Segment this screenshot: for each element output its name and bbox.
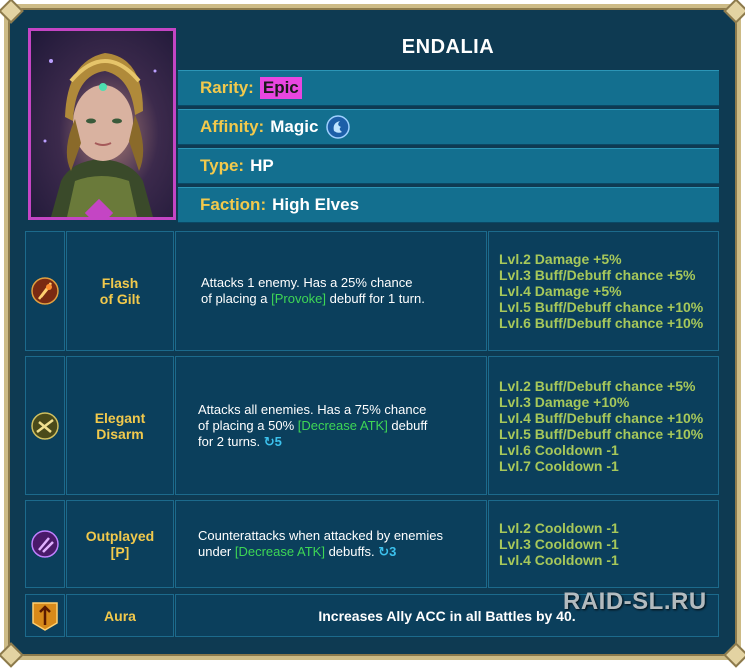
aura-icon-cell bbox=[25, 594, 65, 637]
desc-text: for 2 turns. bbox=[198, 433, 264, 449]
info-row-type: Type: HP bbox=[178, 148, 719, 184]
level-item: Lvl.4 Damage +5% bbox=[499, 283, 622, 299]
cooldown-value: 3 bbox=[389, 544, 397, 559]
aura-text: Increases Ally ACC in all Battles by 40. bbox=[318, 607, 576, 624]
info-row-rarity: Rarity: Epic bbox=[178, 70, 719, 106]
hero-portrait bbox=[28, 28, 176, 220]
level-item: Lvl.2 Buff/Debuff chance +5% bbox=[499, 377, 696, 394]
skill-icon-cell bbox=[25, 356, 65, 495]
skill-icon-cell bbox=[25, 500, 65, 588]
aura-icon bbox=[32, 601, 58, 631]
watermark: RAID-SL.RU bbox=[563, 588, 707, 615]
skill-level-list: Lvl.2 Damage +5% Lvl.3 Buff/Debuff chanc… bbox=[488, 231, 719, 351]
affinity-value: Magic bbox=[270, 117, 319, 136]
level-item: Lvl.5 Buff/Debuff chance +10% bbox=[499, 425, 704, 442]
level-item: Lvl.6 Buff/Debuff chance +10% bbox=[499, 315, 704, 331]
info-row-faction: Faction: High Elves bbox=[178, 187, 719, 223]
cooldown-icon: ↻ bbox=[263, 433, 275, 449]
skill-name-cell: Flash of Gilt bbox=[66, 231, 174, 351]
debuff-tag: [Decrease ATK] bbox=[234, 544, 325, 559]
desc-line: Counterattacks when attacked by enemies bbox=[198, 528, 443, 543]
affinity-label: Affinity: bbox=[200, 117, 265, 136]
skill-description: Attacks 1 enemy. Has a 25% chance of pla… bbox=[175, 231, 487, 351]
skill-name-line: of Gilt bbox=[99, 291, 141, 307]
desc-text: of placing a bbox=[201, 291, 272, 306]
level-item: Lvl.2 Damage +5% bbox=[499, 251, 622, 267]
elegant-disarm-skill-icon bbox=[31, 411, 59, 440]
level-item: Lvl.2 Cooldown -1 bbox=[499, 520, 619, 536]
level-item: Lvl.3 Buff/Debuff chance +5% bbox=[499, 267, 696, 283]
desc-text: of placing a 50% bbox=[198, 417, 298, 433]
desc-text: under bbox=[198, 544, 235, 559]
info-row-affinity: Affinity: Magic bbox=[178, 109, 719, 145]
level-item: Lvl.4 Cooldown -1 bbox=[499, 552, 619, 568]
faction-value: High Elves bbox=[272, 195, 360, 214]
hero-name: ENDALIA bbox=[401, 36, 495, 58]
desc-text: debuffs. bbox=[324, 544, 379, 559]
debuff-tag: [Decrease ATK] bbox=[297, 417, 388, 433]
level-item: Lvl.3 Cooldown -1 bbox=[499, 536, 619, 552]
desc-line: Attacks 1 enemy. Has a 25% chance bbox=[201, 275, 413, 290]
level-item: Lvl.7 Cooldown -1 bbox=[499, 457, 619, 474]
type-label: Type: bbox=[200, 156, 245, 175]
aura-name: Aura bbox=[104, 607, 136, 624]
type-value: HP bbox=[250, 156, 274, 175]
outplayed-skill-icon bbox=[31, 530, 59, 558]
skill-level-list: Lvl.2 Buff/Debuff chance +5% Lvl.3 Damag… bbox=[488, 356, 719, 495]
desc-line: Attacks all enemies. Has a 75% chance bbox=[198, 401, 427, 417]
skill-description: Attacks all enemies. Has a 75% chance of… bbox=[175, 356, 487, 495]
level-item: Lvl.5 Buff/Debuff chance +10% bbox=[499, 299, 704, 315]
skill-name-line: [P] bbox=[110, 544, 130, 560]
skill-level-list: Lvl.2 Cooldown -1 Lvl.3 Cooldown -1 Lvl.… bbox=[488, 500, 719, 588]
skill-name-cell: Outplayed [P] bbox=[66, 500, 174, 588]
rarity-value: Epic bbox=[259, 77, 302, 99]
desc-text: debuff bbox=[387, 417, 428, 433]
faction-label: Faction: bbox=[200, 195, 267, 214]
skill-name-line: Elegant bbox=[94, 409, 146, 426]
skill-icon-cell bbox=[25, 231, 65, 351]
skill-name-line: Disarm bbox=[96, 425, 144, 442]
cooldown-icon: ↻ bbox=[378, 544, 390, 559]
level-item: Lvl.3 Damage +10% bbox=[499, 393, 630, 410]
skill-name-cell: Elegant Disarm bbox=[66, 356, 174, 495]
magic-affinity-icon bbox=[326, 115, 351, 139]
level-item: Lvl.4 Buff/Debuff chance +10% bbox=[499, 409, 704, 426]
debuff-tag: [Provoke] bbox=[271, 291, 327, 306]
level-item: Lvl.6 Cooldown -1 bbox=[499, 441, 619, 458]
skill-description: Counterattacks when attacked by enemies … bbox=[175, 500, 487, 588]
skill-name-line: Outplayed bbox=[85, 528, 155, 544]
flash-of-gilt-skill-icon bbox=[31, 277, 59, 305]
desc-text: debuff for 1 turn. bbox=[326, 291, 425, 306]
rarity-label: Rarity: bbox=[200, 78, 254, 97]
cooldown-value: 5 bbox=[274, 433, 282, 449]
aura-label: Aura bbox=[66, 594, 174, 637]
skill-name-line: Flash bbox=[101, 275, 139, 291]
